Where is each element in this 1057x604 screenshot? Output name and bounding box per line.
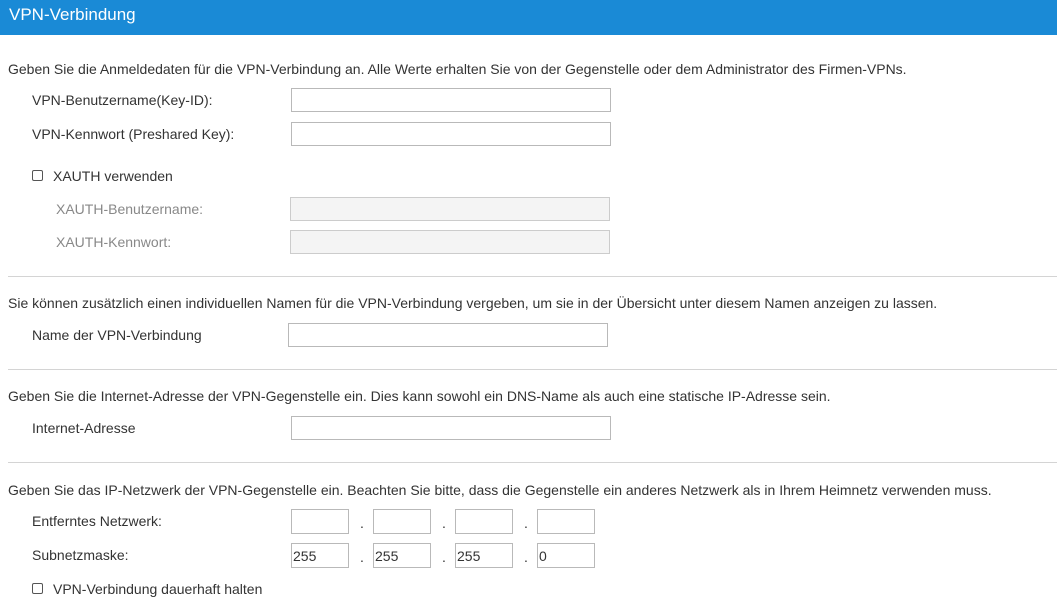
section-divider <box>8 462 1057 463</box>
ip-separator: . <box>442 515 446 531</box>
connection-name-label: Name der VPN-Verbindung <box>32 327 202 343</box>
xauth-username-label: XAUTH-Benutzername: <box>56 201 204 217</box>
subnet-mask-octet-1[interactable] <box>291 543 349 568</box>
section-divider <box>8 369 1057 370</box>
xauth-checkbox-label[interactable]: XAUTH verwenden <box>53 168 173 184</box>
vpn-username-input[interactable] <box>291 88 611 112</box>
keepalive-checkbox[interactable] <box>32 583 43 594</box>
subnet-mask-label: Subnetzmaske: <box>32 547 129 563</box>
remote-network-octet-4[interactable] <box>537 509 595 534</box>
credentials-intro: Geben Sie die Anmeldedaten für die VPN-V… <box>8 61 907 77</box>
name-section-intro: Sie können zusätzlich einen individuelle… <box>8 295 938 311</box>
ip-separator: . <box>442 549 446 565</box>
page-header: VPN-Verbindung <box>0 0 1057 35</box>
ip-separator: . <box>360 549 364 565</box>
remote-network-octet-3[interactable] <box>455 509 513 534</box>
page-title: VPN-Verbindung <box>9 5 136 24</box>
ip-separator: . <box>360 515 364 531</box>
subnet-mask-octet-4[interactable] <box>537 543 595 568</box>
vpn-password-label: VPN-Kennwort (Preshared Key): <box>32 126 235 142</box>
network-section-intro: Geben Sie das IP-Netzwerk der VPN-Gegens… <box>8 482 992 498</box>
xauth-password-label: XAUTH-Kennwort: <box>56 234 172 250</box>
section-divider <box>8 276 1057 277</box>
connection-name-input[interactable] <box>288 323 608 347</box>
vpn-username-label: VPN-Benutzername(Key-ID): <box>32 92 213 108</box>
vpn-password-input[interactable] <box>291 122 611 146</box>
xauth-username-input[interactable] <box>290 197 610 221</box>
ip-separator: . <box>524 515 528 531</box>
xauth-checkbox[interactable] <box>32 170 43 181</box>
ip-separator: . <box>524 549 528 565</box>
subnet-mask-octet-3[interactable] <box>455 543 513 568</box>
internet-address-label: Internet-Adresse <box>32 420 136 436</box>
remote-network-octet-1[interactable] <box>291 509 349 534</box>
remote-network-label: Entferntes Netzwerk: <box>32 513 162 529</box>
address-section-intro: Geben Sie die Internet-Adresse der VPN-G… <box>8 388 831 404</box>
subnet-mask-octet-2[interactable] <box>373 543 431 568</box>
internet-address-input[interactable] <box>291 416 611 440</box>
remote-network-octet-2[interactable] <box>373 509 431 534</box>
keepalive-checkbox-label[interactable]: VPN-Verbindung dauerhaft halten <box>53 581 262 597</box>
xauth-password-input[interactable] <box>290 230 610 254</box>
